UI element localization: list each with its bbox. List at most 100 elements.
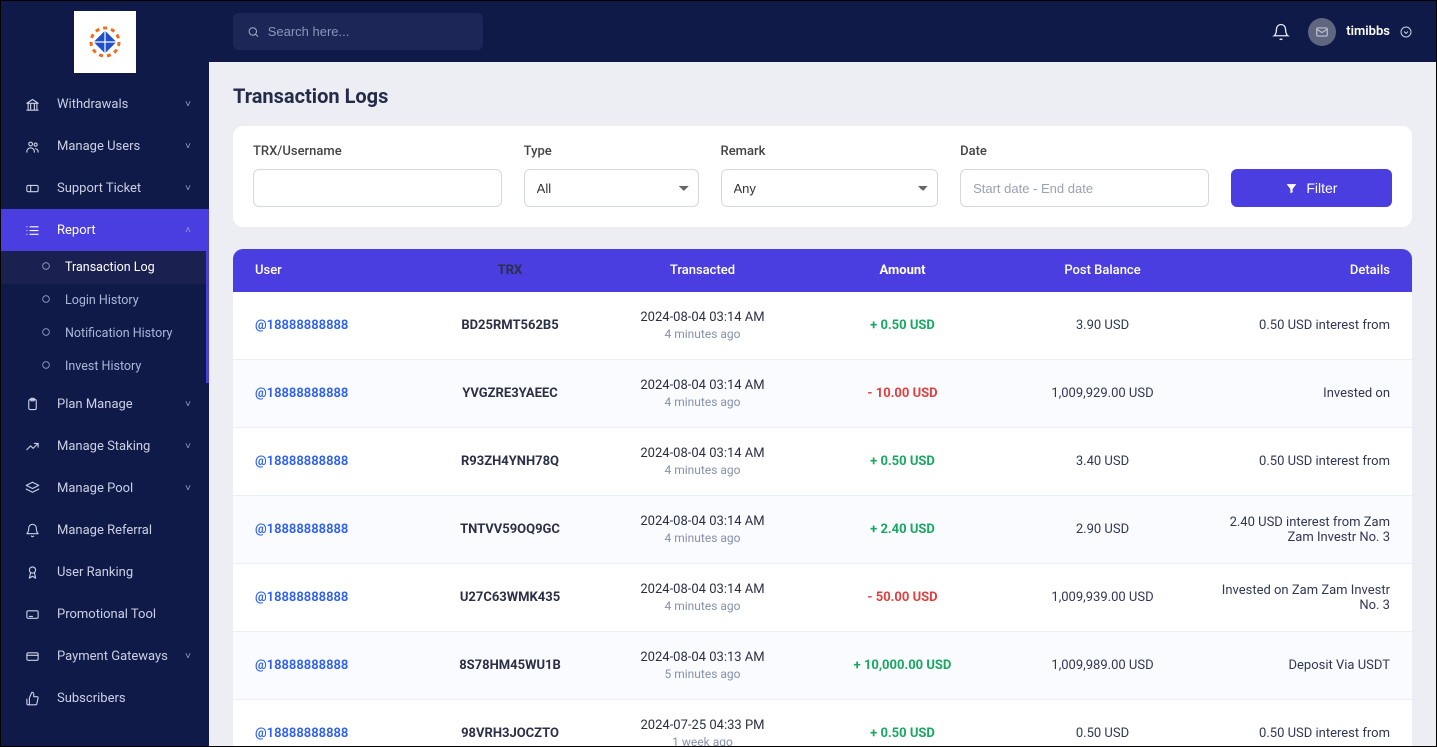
table-row: @18888888888TNTVV59OQ9GC2024-08-04 03:14… [233, 496, 1412, 564]
table-body: @18888888888BD25RMT562B52024-08-04 03:14… [233, 292, 1412, 746]
details-cell: Deposit Via USDT [1210, 658, 1390, 673]
date-input[interactable] [960, 169, 1209, 207]
main: timibbs Transaction Logs TRX/Username Ty… [209, 1, 1436, 746]
tx-ago: 1 week ago [595, 735, 810, 746]
thumb-icon [23, 689, 41, 707]
sidebar-subitem-label: Invest History [65, 359, 141, 374]
details-cell: 0.50 USD interest from [1210, 454, 1390, 469]
logo[interactable] [74, 11, 136, 73]
tx-date: 2024-08-04 03:14 AM [595, 310, 810, 325]
sidebar-subitem-notification-history[interactable]: Notification History [1, 317, 206, 350]
sidebar-item-manage-pool[interactable]: Manage Pool˅ [1, 467, 209, 509]
balance-cell: 1,009,929.00 USD [995, 386, 1210, 401]
tx-date: 2024-08-04 03:14 AM [595, 378, 810, 393]
amount-cell: + 0.50 USD [810, 318, 995, 333]
th-balance: Post Balance [995, 263, 1210, 278]
th-amount: Amount [810, 263, 995, 278]
balance-cell: 2.90 USD [995, 522, 1210, 537]
remark-select[interactable]: Any [721, 169, 939, 207]
chevron-up-icon: ˄ [185, 225, 191, 236]
chevron-down-icon: ˅ [185, 483, 191, 494]
tx-date: 2024-08-04 03:14 AM [595, 446, 810, 461]
sidebar-item-subscribers[interactable]: Subscribers [1, 677, 209, 719]
logo-icon [85, 22, 125, 62]
sidebar-subitem-label: Login History [65, 293, 139, 308]
sidebar-item-withdrawals[interactable]: Withdrawals˅ [1, 83, 209, 125]
notification-bell-icon[interactable] [1272, 23, 1290, 41]
user-link[interactable]: @18888888888 [255, 318, 348, 333]
sidebar-item-user-ranking[interactable]: User Ranking [1, 551, 209, 593]
avatar [1308, 18, 1336, 46]
remark-label: Remark [721, 144, 939, 159]
balance-cell: 3.40 USD [995, 454, 1210, 469]
circle-icon [41, 327, 55, 340]
user-link[interactable]: @18888888888 [255, 454, 348, 469]
user-link[interactable]: @18888888888 [255, 590, 348, 605]
type-select[interactable]: All [524, 169, 699, 207]
ad-icon [23, 605, 41, 623]
sidebar-item-promotional-tool[interactable]: Promotional Tool [1, 593, 209, 635]
balance-cell: 0.50 USD [995, 726, 1210, 741]
tx-ago: 4 minutes ago [595, 395, 810, 409]
bell-icon [23, 521, 41, 539]
search-icon [247, 25, 260, 39]
sidebar: Withdrawals˅Manage Users˅Support Ticket˅… [1, 1, 209, 746]
list-icon [23, 221, 41, 239]
user-link[interactable]: @18888888888 [255, 522, 348, 537]
amount-cell: + 0.50 USD [810, 726, 995, 741]
details-cell: 2.40 USD interest from Zam Zam Investr N… [1210, 515, 1390, 545]
search-box[interactable] [233, 13, 483, 50]
filter-panel: TRX/Username Type All Remark Any Date [233, 126, 1412, 227]
sidebar-subitem-transaction-log[interactable]: Transaction Log [1, 251, 206, 284]
chevron-down-icon: ˅ [185, 651, 191, 662]
user-link[interactable]: @18888888888 [255, 726, 348, 741]
user-menu[interactable]: timibbs [1308, 18, 1412, 46]
trx-label: TRX/Username [253, 144, 502, 159]
details-cell: Invested on Zam Zam Investr No. 3 [1210, 583, 1390, 613]
sidebar-subitem-invest-history[interactable]: Invest History [1, 350, 206, 383]
sidebar-item-label: Support Ticket [57, 181, 141, 196]
table-row: @18888888888U27C63WMK4352024-08-04 03:14… [233, 564, 1412, 632]
chevron-down-icon [1400, 26, 1412, 38]
user-link[interactable]: @18888888888 [255, 658, 348, 673]
search-input[interactable] [268, 24, 469, 39]
sidebar-item-label: Payment Gateways [57, 649, 168, 664]
sidebar-subitem-login-history[interactable]: Login History [1, 284, 206, 317]
sidebar-item-support-ticket[interactable]: Support Ticket ˅ [1, 167, 209, 209]
sidebar-item-label: Manage Staking [57, 439, 150, 454]
details-cell: 0.50 USD interest from [1210, 726, 1390, 741]
sidebar-item-label: User Ranking [57, 565, 133, 580]
clipboard-icon [23, 395, 41, 413]
table-row: @188888888888S78HM45WU1B2024-08-04 03:13… [233, 632, 1412, 700]
table-row: @18888888888 R93ZH4YNH78Q2024-08-04 03:14… [233, 428, 1412, 496]
table-row: @1888888888898VRH3JOCZTO2024-07-25 04:33… [233, 700, 1412, 746]
sidebar-item-manage-staking[interactable]: Manage Staking ˅ [1, 425, 209, 467]
sidebar-subitems-report: Transaction Log Login History Notification… [1, 251, 209, 383]
transacted-cell: 2024-08-04 03:14 AM 4 minutes ago [595, 378, 810, 409]
transacted-cell: 2024-08-04 03:14 AM4 minutes ago [595, 582, 810, 613]
trx-input[interactable] [253, 169, 502, 207]
sidebar-item-report[interactable]: Report˄ [1, 209, 209, 251]
sidebar-item-label: Manage Users [57, 139, 140, 154]
tx-ago: 4 minutes ago [595, 599, 810, 613]
mail-icon [1315, 25, 1329, 39]
type-label: Type [524, 144, 699, 159]
filter-button[interactable]: Filter [1231, 169, 1392, 207]
sidebar-item-manage-referral[interactable]: Manage Referral [1, 509, 209, 551]
sidebar-item-payment-gateways[interactable]: Payment Gateways ˅ [1, 635, 209, 677]
amount-cell: + 2.40 USD [810, 522, 995, 537]
bank-icon [23, 95, 41, 113]
trx-code: R93ZH4YNH78Q [425, 454, 595, 469]
amount-cell: + 0.50 USD [810, 454, 995, 469]
username: timibbs [1346, 24, 1390, 39]
user-link[interactable]: @18888888888 [255, 386, 348, 401]
th-details: Details [1210, 263, 1390, 278]
sidebar-item-manage-users[interactable]: Manage Users˅ [1, 125, 209, 167]
sidebar-item-plan-manage[interactable]: Plan Manage˅ [1, 383, 209, 425]
circle-icon [41, 360, 55, 373]
layers-icon [23, 479, 41, 497]
chevron-down-icon: ˅ [185, 441, 191, 452]
transactions-table: User TRX Transacted Amount Post Balance … [233, 249, 1412, 746]
chevron-down-icon: ˅ [185, 183, 191, 194]
amount-cell: - 50.00 USD [810, 590, 995, 605]
